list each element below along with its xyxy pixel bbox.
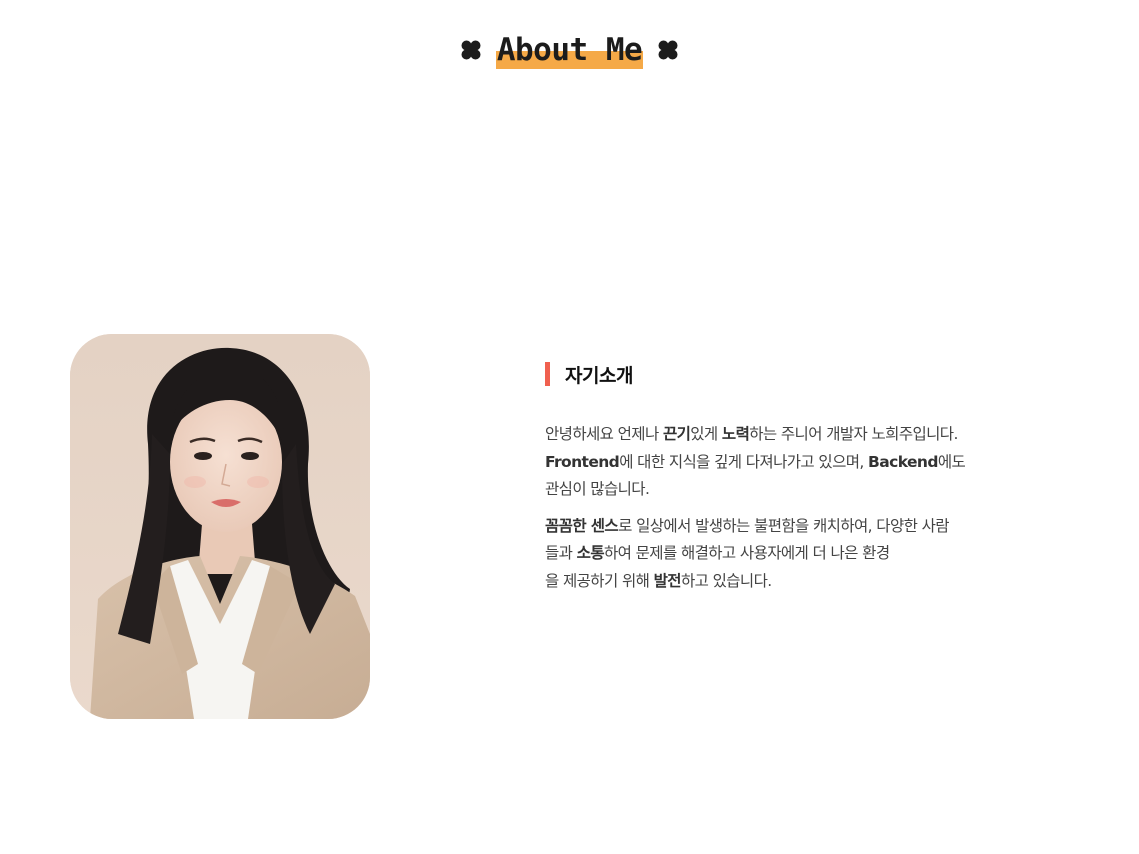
body-text: 있게: [690, 425, 722, 443]
body-text: 안녕하세요 언제나: [545, 425, 663, 443]
emphasis-text: 끈기: [662, 425, 691, 443]
portrait-image: [70, 334, 370, 719]
emphasis-text: Backend: [868, 452, 938, 471]
clover-icon: [461, 40, 481, 60]
emphasis-text: 소통: [576, 544, 605, 562]
emphasis-text: 노력: [721, 425, 750, 443]
paragraph-line: Frontend에 대한 지식을 깊게 다져나가고 있으며, Backend에도: [545, 452, 966, 471]
section-title: About Me: [0, 32, 1139, 69]
heading-accent-bar: [545, 362, 550, 386]
body-text: 하여 문제를 해결하고 사용자에게 더 나은 환경: [603, 544, 890, 562]
paragraph-line: 안녕하세요 언제나 끈기있게 노력하는 주니어 개발자 노희주입니다.: [545, 425, 958, 443]
body-text: 에 대한 지식을 깊게 다져나가고 있으며,: [619, 452, 869, 471]
section-title-text: About Me: [495, 32, 644, 69]
body-text: 에도: [937, 452, 966, 471]
paragraph-line: 들과 소통하여 문제를 해결하고 사용자에게 더 나은 환경: [545, 544, 890, 562]
body-text: 로 일상에서 발생하는 불편함을 캐치하여, 다양한 사람: [618, 516, 949, 535]
profile-photo: [70, 334, 370, 719]
body-text: 을 제공하기 위해: [545, 571, 654, 590]
emphasis-text: Frontend: [545, 452, 620, 471]
intro-section: 자기소개 안녕하세요 언제나 끈기있게 노력하는 주니어 개발자 노희주입니다.…: [545, 362, 1065, 595]
paragraph-line: 을 제공하기 위해 발전하고 있습니다.: [545, 572, 772, 590]
intro-heading: 자기소개: [545, 362, 1065, 387]
paragraph-line: 꼼꼼한 센스로 일상에서 발생하는 불편함을 캐치하여, 다양한 사람: [545, 516, 950, 535]
body-text: 들과: [545, 544, 577, 562]
paragraph-line: 관심이 많습니다.: [545, 480, 650, 498]
body-text: 하는 주니어 개발자 노희주입니다.: [749, 425, 958, 443]
intro-heading-text: 자기소개: [565, 364, 633, 387]
emphasis-text: 꼼꼼한 센스: [545, 516, 619, 535]
intro-paragraph-2: 꼼꼼한 센스로 일상에서 발생하는 불편함을 캐치하여, 다양한 사람 들과 소…: [545, 513, 1065, 596]
body-text: 하고 있습니다.: [680, 571, 772, 590]
emphasis-text: 발전: [653, 571, 682, 590]
body-text: 관심이 많습니다.: [545, 480, 650, 498]
about-me-section: About Me 자기소개 안녕하세요 언제나 끈기있게 노력하는 주니어 개발…: [0, 0, 1139, 854]
intro-paragraph-1: 안녕하세요 언제나 끈기있게 노력하는 주니어 개발자 노희주입니다. Fron…: [545, 421, 1065, 504]
clover-icon: [658, 40, 678, 60]
